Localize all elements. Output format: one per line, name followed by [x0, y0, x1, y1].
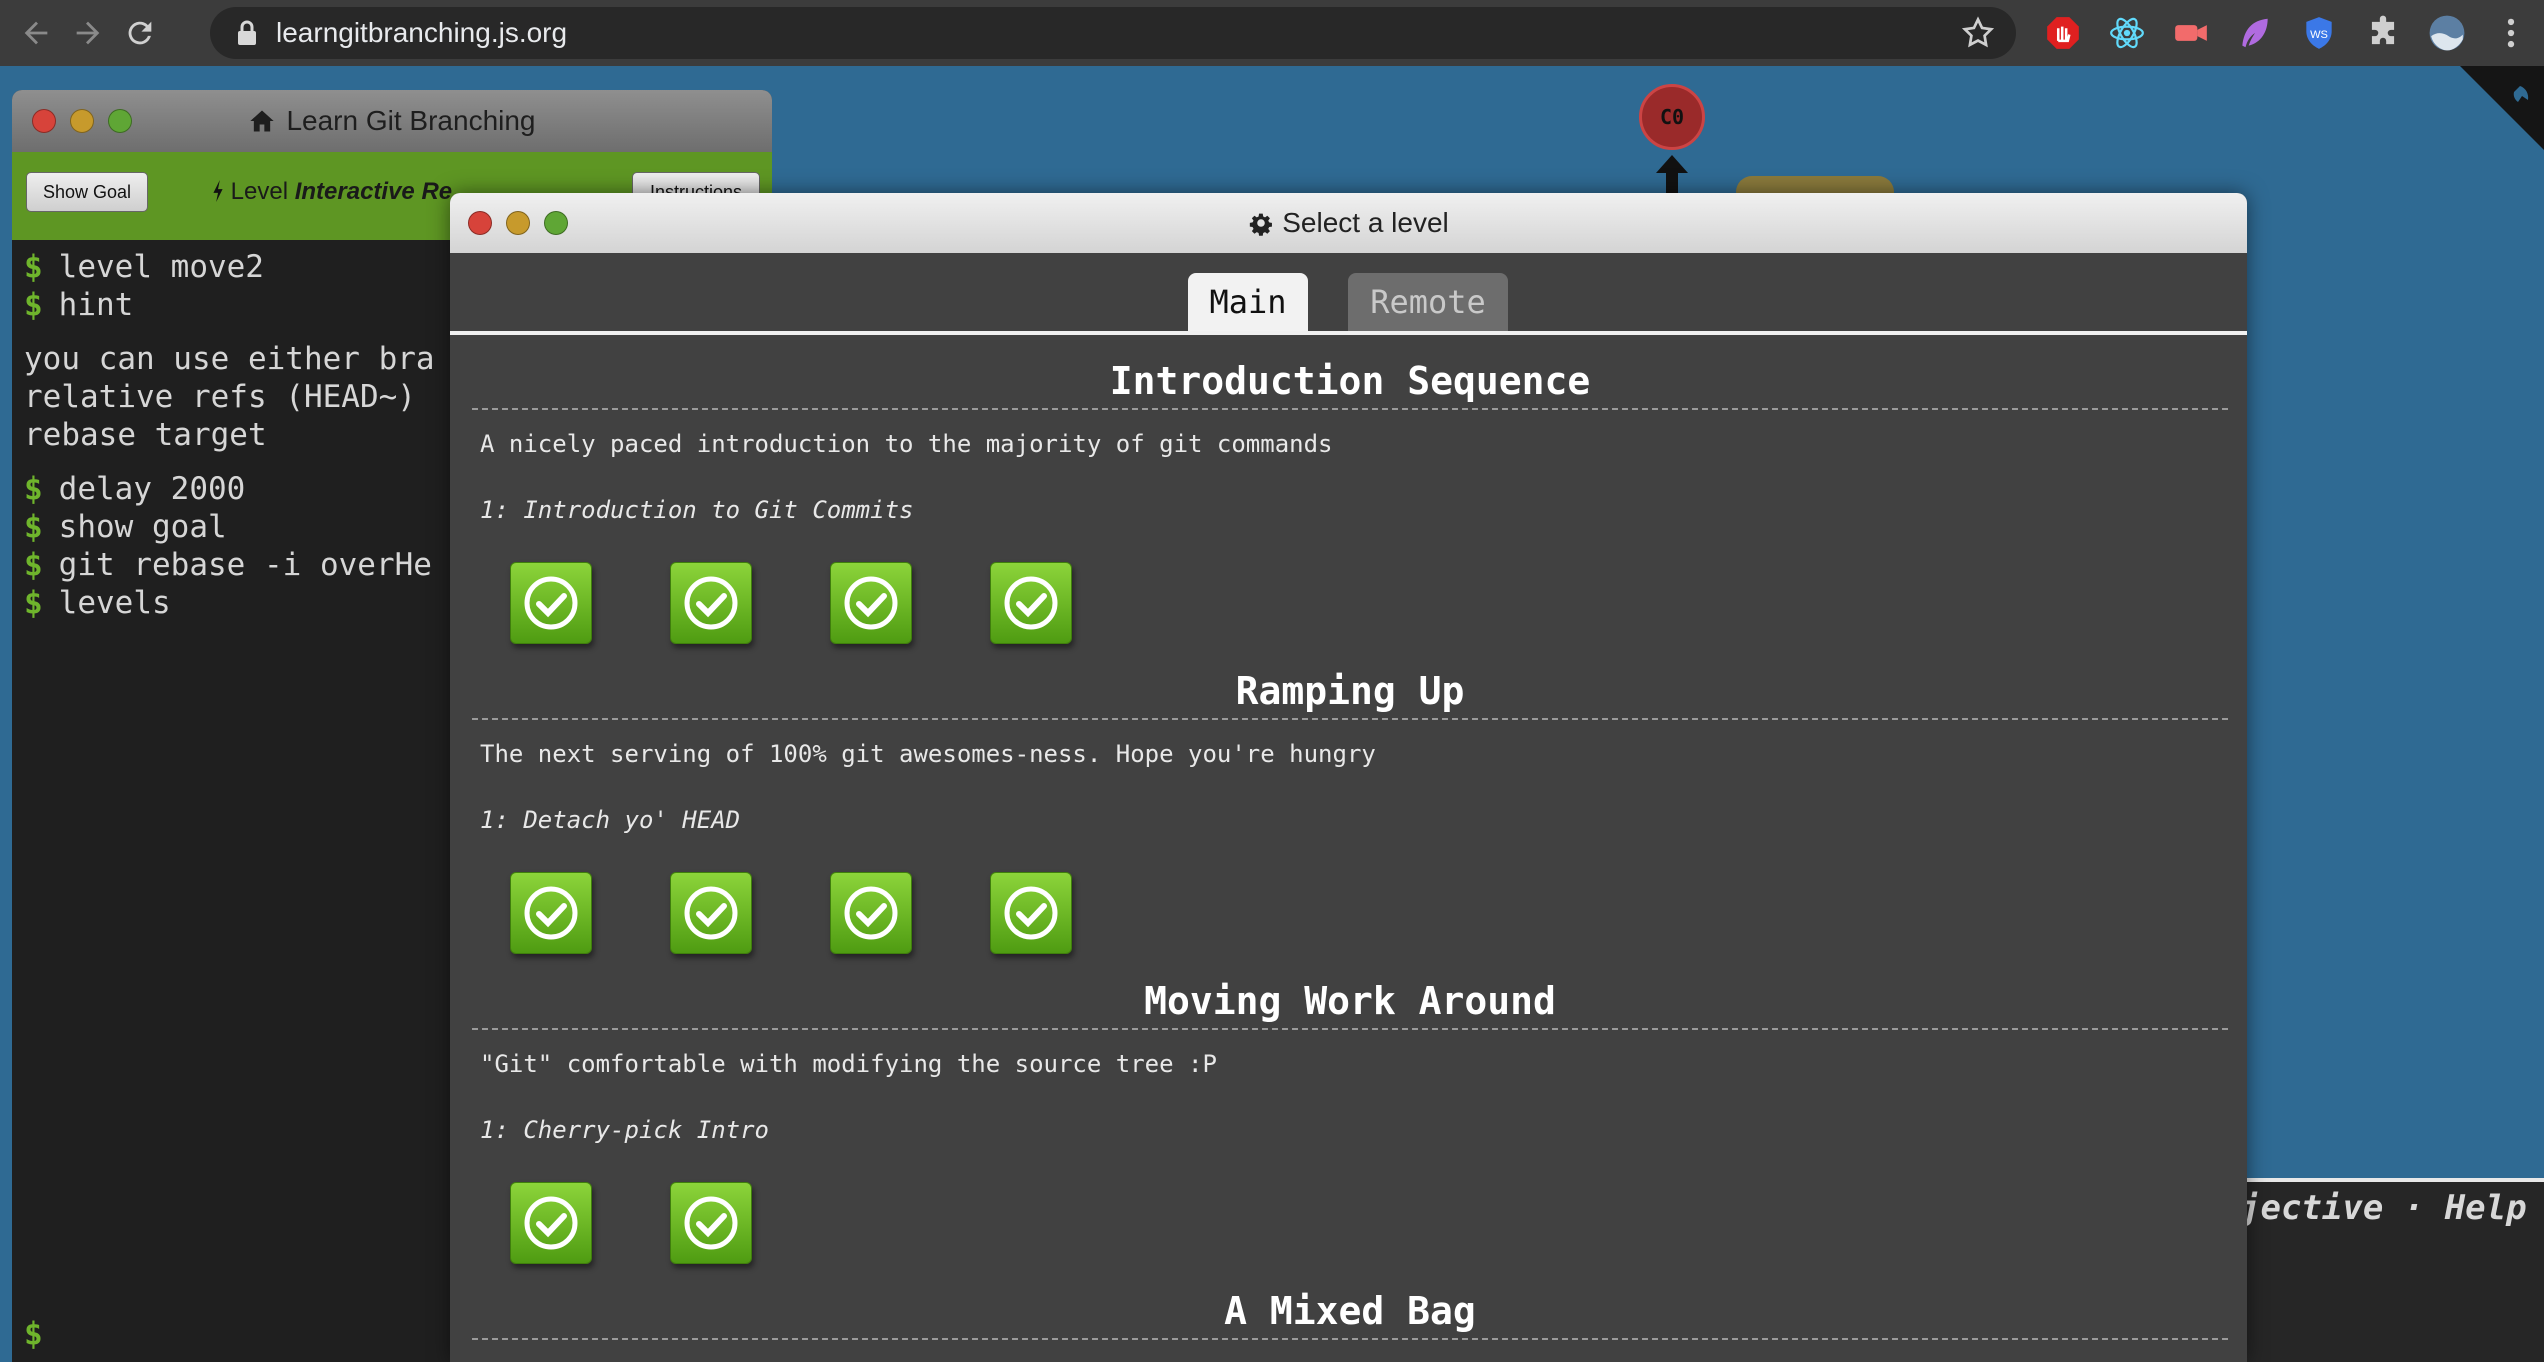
sequence-moving-work-around: Moving Work Around "Git" comfortable wit… [472, 976, 2228, 1144]
prompt-symbol: $ [24, 509, 43, 545]
puzzle-icon[interactable] [2360, 10, 2406, 56]
modal-title: Select a level [450, 193, 2247, 253]
level-icon-row [510, 562, 1072, 644]
sequence-description: "Git" comfortable with modifying the sou… [480, 1050, 1217, 1078]
level-prefix: Level [230, 178, 289, 205]
sequence-description: The next serving of 100% git awesomes-ne… [480, 740, 1376, 768]
prompt-symbol: $ [24, 249, 43, 285]
help-bar-divider [2247, 1178, 2544, 1182]
commit-arrow-icon [1656, 155, 1688, 193]
sequence-divider [472, 408, 2228, 410]
home-icon [250, 110, 275, 132]
sequence-title: Moving Work Around [1144, 979, 1556, 1023]
modal-titlebar: Select a level [450, 193, 2247, 253]
terminal-line-text: git rebase -i overHe [58, 547, 432, 583]
selected-level-name: 1: Cherry-pick Intro [480, 1116, 769, 1144]
terminal-line-text: show goal [58, 509, 227, 545]
url-text: learngitbranching.js.org [276, 17, 568, 48]
sequence-divider [472, 718, 2228, 720]
level-icon-row [510, 872, 1072, 954]
tab-remote[interactable]: Remote [1348, 273, 1508, 331]
profile-avatar[interactable] [2424, 10, 2470, 56]
level-name: Interactive Re [294, 178, 453, 205]
terminal-title: Learn Git Branching [12, 90, 772, 152]
level-complete-icon[interactable] [670, 872, 752, 954]
level-complete-icon[interactable] [670, 1182, 752, 1264]
shield-icon[interactable]: WS [2296, 10, 2342, 56]
show-goal-button[interactable]: Show Goal [26, 172, 148, 212]
selected-level-name: 1: Detach yo' HEAD [480, 806, 741, 834]
prompt-symbol: $ [24, 471, 43, 507]
sequence-title: Ramping Up [1235, 669, 1465, 713]
selected-level-name: 1: Introduction to Git Commits [480, 496, 914, 524]
terminal-line-text: delay 2000 [58, 471, 246, 507]
level-tabs: Main Remote [450, 253, 2247, 335]
video-extension-icon[interactable] [2168, 10, 2214, 56]
level-complete-icon[interactable] [510, 872, 592, 954]
forward-arrow-icon[interactable] [62, 7, 114, 59]
terminal-titlebar: Learn Git Branching [12, 90, 772, 152]
github-corner-icon[interactable] [2460, 66, 2544, 150]
prompt-symbol: $ [24, 585, 43, 621]
sequence-ramping-up: Ramping Up The next serving of 100% git … [472, 666, 2228, 834]
lock-icon [238, 20, 256, 45]
prompt-symbol: $ [24, 547, 43, 583]
help-links[interactable]: jective · Help [2240, 1188, 2527, 1228]
terminal-title-text: Learn Git Branching [286, 105, 536, 136]
lightning-icon [213, 180, 223, 202]
extensions-row: WS [2040, 9, 2534, 57]
level-complete-icon[interactable] [510, 562, 592, 644]
level-complete-icon[interactable] [830, 872, 912, 954]
terminal-line-text: relative refs (HEAD~) [24, 379, 416, 415]
terminal-line-text: level move2 [58, 249, 264, 285]
level-complete-icon[interactable] [830, 562, 912, 644]
sequence-introduction: Introduction Sequence A nicely paced int… [472, 356, 2228, 524]
sequence-mixed-bag: A Mixed Bag [472, 1286, 2228, 1340]
react-devtools-icon[interactable] [2104, 10, 2150, 56]
svg-text:WS: WS [2310, 29, 2328, 41]
level-complete-icon[interactable] [990, 562, 1072, 644]
sequence-title: Introduction Sequence [1109, 359, 1591, 403]
address-bar[interactable]: learngitbranching.js.org [210, 7, 2016, 59]
back-arrow-icon[interactable] [10, 7, 62, 59]
tab-main[interactable]: Main [1188, 273, 1308, 331]
sequence-divider [472, 1338, 2228, 1340]
prompt-symbol: $ [24, 287, 43, 323]
sequence-description: A nicely paced introduction to the major… [480, 430, 1333, 458]
level-icon-row [510, 1182, 752, 1264]
terminal-line-text: you can use either bra [24, 341, 435, 377]
terminal-line-text: hint [58, 287, 134, 323]
commit-node-c0[interactable]: C0 [1639, 84, 1705, 150]
browser-toolbar: learngitbranching.js.org WS [0, 0, 2544, 66]
reload-icon[interactable] [114, 7, 166, 59]
tabs-underline [450, 331, 2247, 335]
sequence-title: A Mixed Bag [1224, 1289, 1476, 1333]
level-indicator: Level Interactive Re [212, 178, 452, 206]
terminal-line-text: rebase target [24, 417, 267, 453]
bookmark-star-icon[interactable] [1960, 15, 1996, 51]
level-complete-icon[interactable] [990, 872, 1072, 954]
feather-icon[interactable] [2232, 10, 2278, 56]
level-complete-icon[interactable] [670, 562, 752, 644]
terminal-line-text: levels [58, 585, 171, 621]
adblock-icon[interactable] [2040, 10, 2086, 56]
command-input-prompt[interactable]: $ [24, 1316, 43, 1352]
more-menu-icon[interactable] [2488, 10, 2534, 56]
level-complete-icon[interactable] [510, 1182, 592, 1264]
select-level-modal: Select a level Main Remote Introduction … [450, 193, 2247, 1362]
gear-icon [1250, 213, 1273, 236]
modal-title-text: Select a level [1282, 207, 1449, 238]
sequence-divider [472, 1028, 2228, 1030]
